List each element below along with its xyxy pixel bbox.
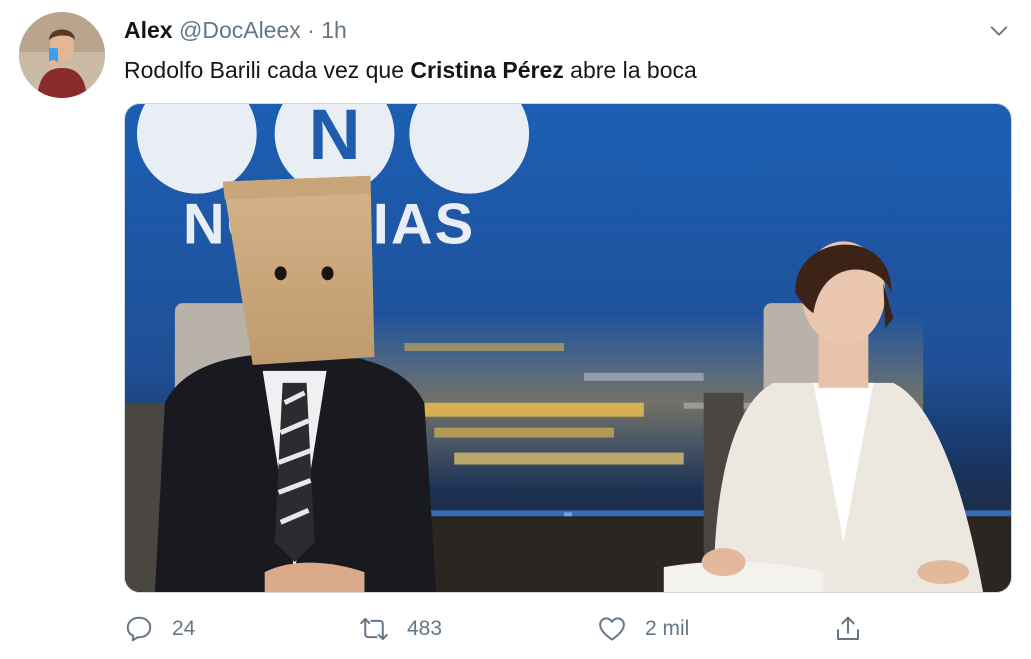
reply-button[interactable]: 24 bbox=[124, 610, 195, 648]
tweet-text-bold: Cristina Pérez bbox=[410, 57, 564, 83]
like-button[interactable]: 2 mil bbox=[597, 610, 689, 648]
retweet-count: 483 bbox=[407, 617, 443, 640]
author-name[interactable]: Alex bbox=[124, 17, 173, 43]
avatar[interactable] bbox=[19, 12, 105, 98]
logo-letter: N bbox=[309, 104, 361, 175]
separator-dot: · bbox=[307, 17, 315, 43]
share-button[interactable] bbox=[833, 610, 863, 648]
tweet-card[interactable]: Alex @DocAleex · 1h Rodolfo Barili cada … bbox=[0, 0, 1031, 659]
author-handle[interactable]: @DocAleex bbox=[179, 17, 301, 43]
reply-count: 24 bbox=[172, 617, 196, 640]
retweet-button[interactable]: 483 bbox=[359, 610, 442, 648]
tweet-timestamp[interactable]: 1h bbox=[321, 17, 347, 43]
like-count: 2 mil bbox=[645, 617, 690, 640]
tweet-text-part1: Rodolfo Barili cada vez que bbox=[124, 57, 411, 83]
reply-icon bbox=[126, 616, 152, 642]
share-icon bbox=[837, 616, 859, 640]
tweet-header: Alex @DocAleex · 1h bbox=[124, 16, 347, 44]
tweet-media-image[interactable]: N NOTICIAS bbox=[124, 103, 1012, 593]
chevron-down-icon[interactable] bbox=[988, 20, 1010, 42]
tweet-actions: 24 483 2 mil bbox=[0, 610, 1031, 648]
tweet-text-part2: abre la boca bbox=[563, 57, 697, 83]
like-icon bbox=[599, 617, 625, 641]
retweet-icon bbox=[360, 618, 388, 640]
tweet-text: Rodolfo Barili cada vez que Cristina Pér… bbox=[124, 56, 697, 84]
